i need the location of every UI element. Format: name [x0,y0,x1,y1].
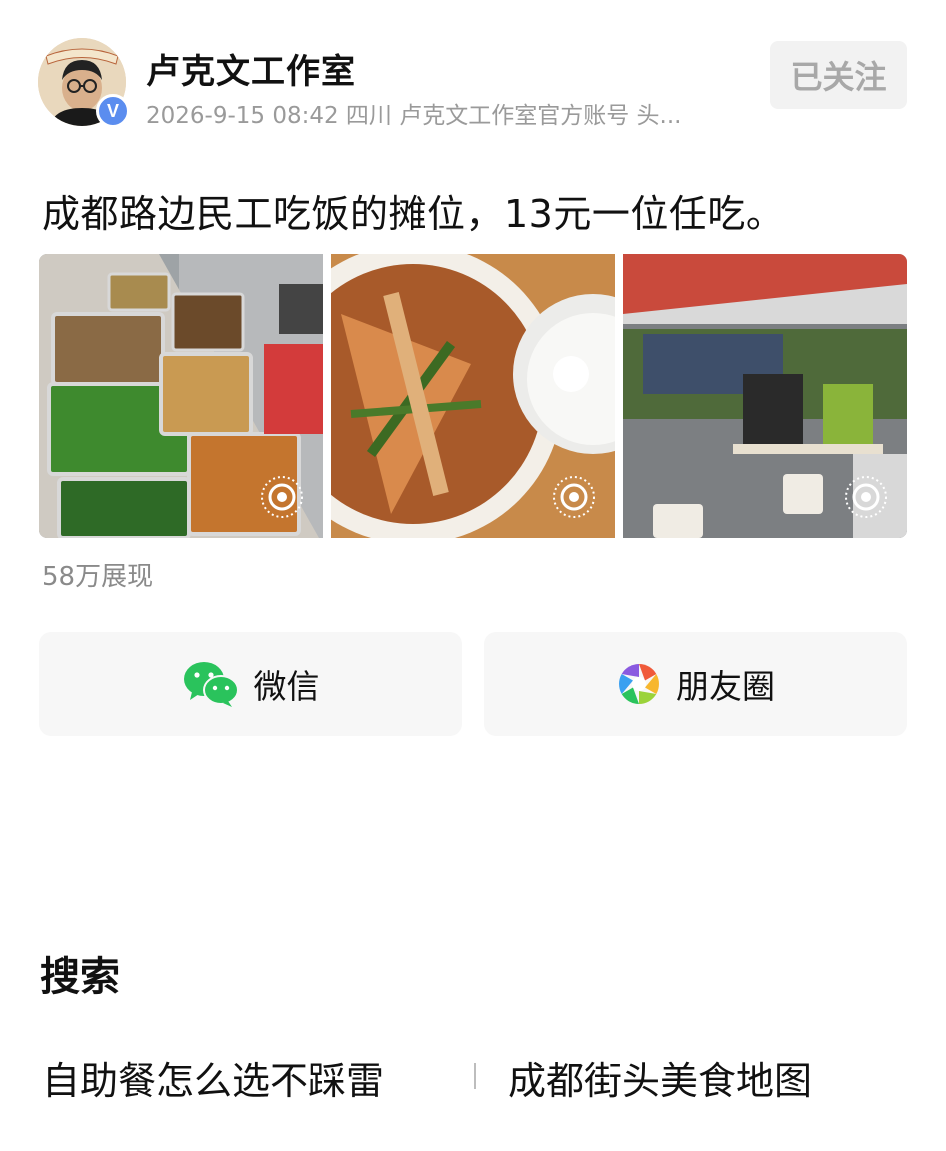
live-photo-icon [553,476,595,518]
moments-icon [619,664,659,704]
search-suggestion[interactable]: 成都街头美食地图 [508,1050,812,1105]
share-wechat-label: 微信 [253,667,320,706]
author-name[interactable]: 卢克文工作室 [146,44,356,93]
post-text: 成都路边民工吃饭的摊位，13元一位任吃。 [42,192,785,236]
verified-badge-icon: V [96,94,130,128]
post-image-grid [39,254,907,538]
author-avatar[interactable]: V [38,38,130,128]
post-image-street[interactable] [623,254,907,538]
view-count: 58万展现 [42,562,154,592]
post-image-bowl[interactable] [331,254,615,538]
live-photo-icon [261,476,303,518]
follow-button[interactable]: 已关注 [770,41,907,109]
post-header: V 卢克文工作室 2026-9-15 08:42 四川 卢克文工作室官方账号 头… [0,0,946,150]
search-suggestion[interactable]: 自助餐怎么选不踩雷 [42,1050,384,1105]
share-moments-button[interactable]: 朋友圈 [484,632,907,736]
share-wechat-button[interactable]: 微信 [39,632,462,736]
search-section-title: 搜索 [40,954,120,1000]
live-photo-icon [845,476,887,518]
post-meta: 2026-9-15 08:42 四川 卢克文工作室官方账号 头... [146,103,682,129]
search-divider [474,1063,476,1089]
post-image-buffet[interactable] [39,254,323,538]
wechat-icon [183,662,239,707]
share-moments-label: 朋友圈 [676,667,775,706]
